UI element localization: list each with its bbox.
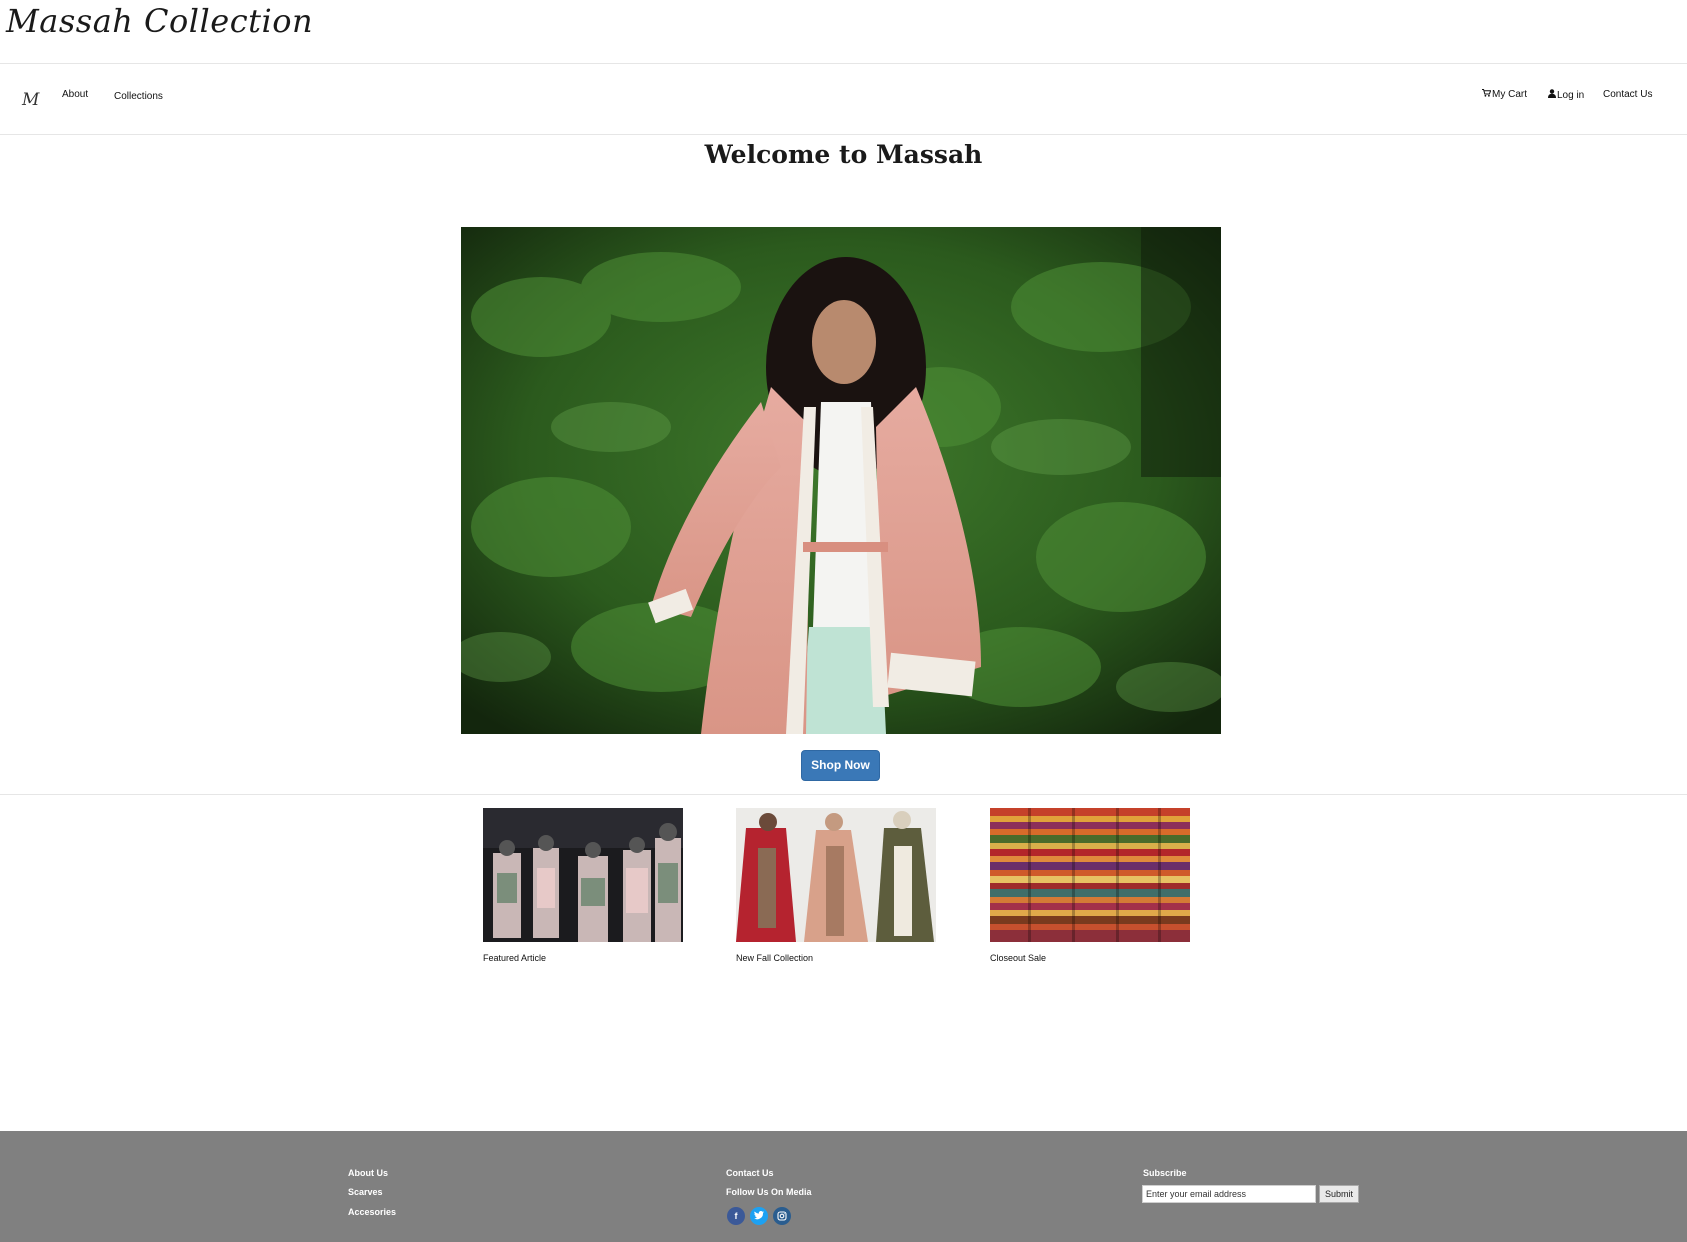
nav-collections-link[interactable]: Collections bbox=[114, 91, 163, 102]
footer-accessories-link[interactable]: Accesories bbox=[348, 1207, 396, 1217]
user-icon bbox=[1548, 89, 1556, 101]
featured-article-caption[interactable]: Featured Article bbox=[483, 953, 683, 963]
nav-login-link[interactable]: Log in bbox=[1548, 89, 1584, 101]
footer-follow-heading: Follow Us On Media bbox=[726, 1187, 812, 1197]
main-navbar: M About Collections My Cart Log in Conta… bbox=[0, 64, 1687, 135]
facebook-icon[interactable]: f bbox=[727, 1207, 745, 1225]
shop-now-button[interactable]: Shop Now bbox=[801, 750, 880, 781]
new-fall-collection-card[interactable]: New Fall Collection bbox=[736, 808, 936, 963]
twitter-icon[interactable] bbox=[750, 1207, 768, 1225]
subscribe-submit-button[interactable]: Submit bbox=[1319, 1185, 1359, 1203]
footer-contact-link[interactable]: Contact Us bbox=[726, 1168, 774, 1178]
featured-article-image[interactable] bbox=[483, 808, 683, 942]
footer-scarves-link[interactable]: Scarves bbox=[348, 1187, 383, 1197]
cart-icon bbox=[1482, 89, 1492, 100]
new-fall-collection-caption[interactable]: New Fall Collection bbox=[736, 953, 936, 963]
section-divider bbox=[0, 794, 1687, 795]
site-footer: About Us Scarves Accesories Contact Us F… bbox=[0, 1131, 1687, 1242]
featured-article-card[interactable]: Featured Article bbox=[483, 808, 683, 963]
footer-subscribe-heading: Subscribe bbox=[1143, 1168, 1187, 1178]
closeout-sale-card[interactable]: Closeout Sale bbox=[990, 808, 1190, 963]
nav-about-link[interactable]: About bbox=[62, 89, 88, 100]
subscribe-email-input[interactable] bbox=[1142, 1185, 1316, 1203]
instagram-icon[interactable] bbox=[773, 1207, 791, 1225]
brand-header: Massah Collection bbox=[0, 0, 1687, 64]
closeout-sale-caption[interactable]: Closeout Sale bbox=[990, 953, 1190, 963]
new-fall-collection-image[interactable] bbox=[736, 808, 936, 942]
nav-cart-link[interactable]: My Cart bbox=[1482, 89, 1527, 100]
nav-cart-label: My Cart bbox=[1492, 89, 1527, 100]
closeout-sale-image[interactable] bbox=[990, 808, 1190, 942]
brand-logo[interactable]: Massah Collection bbox=[6, 2, 313, 40]
hero-image bbox=[461, 227, 1221, 734]
footer-about-link[interactable]: About Us bbox=[348, 1168, 388, 1178]
page-title: Welcome to Massah bbox=[704, 140, 983, 169]
nav-login-label: Log in bbox=[1557, 90, 1585, 101]
nav-logo[interactable]: M bbox=[22, 90, 39, 110]
nav-contact-link[interactable]: Contact Us bbox=[1603, 89, 1652, 100]
